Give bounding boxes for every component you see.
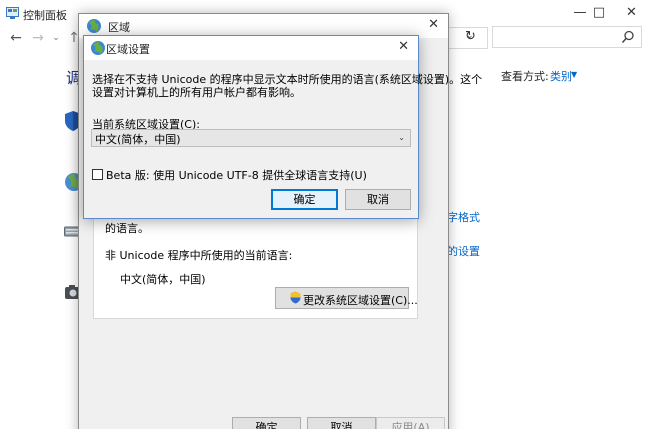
control-panel-icon [6,7,19,19]
region-apply-button[interactable]: 应用(A) [376,417,445,429]
beta-utf8-checkbox-label[interactable]: Beta 版: 使用 Unicode UTF-8 提供全球语言支持(U) [106,167,367,183]
change-system-locale-label: 更改系统区域设置(C)... [303,294,418,307]
window-title: 控制面板 [23,9,67,22]
forward-arrow-icon[interactable]: → [28,28,48,48]
close-button[interactable]: ✕ [613,0,650,26]
close-icon[interactable]: ✕ [428,17,439,32]
back-arrow-icon[interactable]: ← [6,28,26,48]
chevron-down-icon: ⌄ [398,133,405,142]
region-ok-button[interactable]: 确定 [232,417,301,429]
search-input[interactable] [492,26,642,48]
dialog-title: 区域设置 [106,43,150,56]
dialog-cancel-button[interactable]: 取消 [345,189,411,210]
view-by-dropdown[interactable]: 类别 [550,68,572,84]
search-icon [621,30,634,43]
panel-truncated-text: 的语言。 [105,222,149,235]
non-unicode-label: 非 Unicode 程序中所使用的当前语言: [105,249,293,262]
uac-shield-icon [290,291,301,304]
current-language-value: 中文(简体，中国) [120,273,206,286]
system-locale-value: 中文(简体，中国) [95,133,181,146]
link-format[interactable]: 字格式 [447,209,480,225]
link-settings[interactable]: 的设置 [447,243,480,259]
change-system-locale-button[interactable]: 更改系统区域设置(C)... [275,287,418,309]
globe-icon [91,41,105,55]
view-by-label: 查看方式: [501,70,549,83]
beta-utf8-checkbox[interactable] [92,169,103,180]
dialog-ok-button[interactable]: 确定 [271,189,338,210]
region-window-title: 区域 [108,21,130,34]
refresh-icon[interactable]: ↻ [465,29,476,44]
chevron-down-icon[interactable]: ▼ [571,70,577,79]
globe-icon [87,19,101,33]
region-cancel-button[interactable]: 取消 [307,417,376,429]
close-icon[interactable]: ✕ [398,39,409,54]
dialog-titlebar: 区域设置 ✕ [84,36,418,60]
dialog-description-line-2: 设置对计算机上的所有用户帐户都有影响。 [92,86,301,99]
recent-dropdown-icon[interactable]: ⌄ [46,28,66,48]
system-locale-dropdown[interactable]: 中文(简体，中国) ⌄ [91,129,411,147]
region-settings-dialog: 区域设置 ✕ 选择在不支持 Unicode 的程序中显示文本时所使用的语言(系统… [83,35,482,219]
